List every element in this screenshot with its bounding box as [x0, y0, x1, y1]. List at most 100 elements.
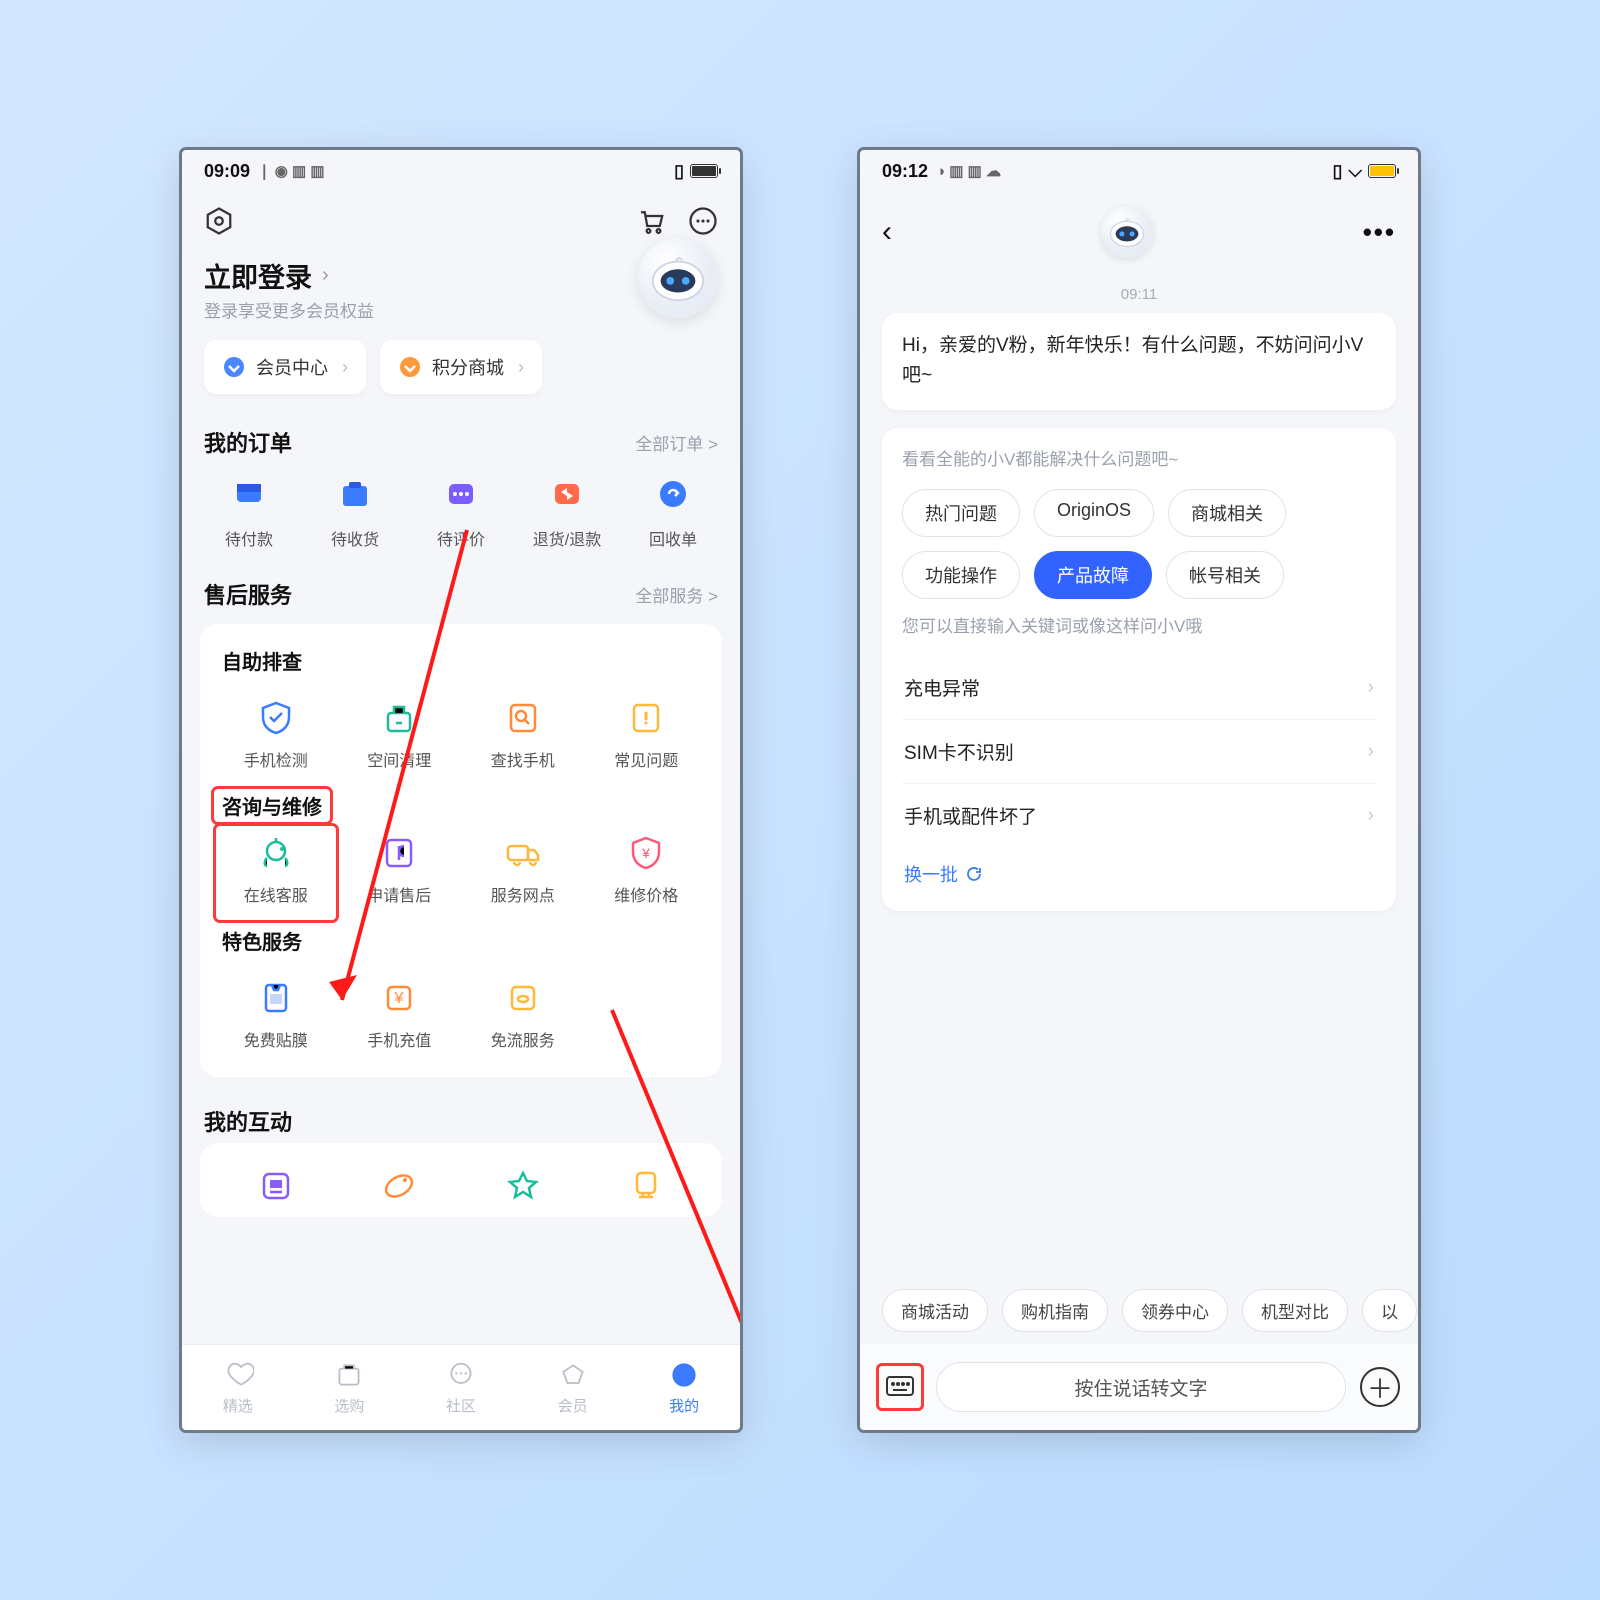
chat-body: Hi，亲爱的V粉，新年快乐！有什么问题，不妨问问小V吧~ 看看全能的小V都能解决…: [860, 313, 1418, 1430]
input-bar: 按住说话转文字 ＋: [860, 1344, 1418, 1430]
topic-tag[interactable]: 帐号相关: [1166, 551, 1284, 599]
services-header: 售后服务 全部服务 >: [182, 568, 740, 624]
cart-icon[interactable]: [636, 206, 666, 236]
nav-item[interactable]: 我的: [668, 1359, 700, 1416]
service-item[interactable]: ¥ 维修价格: [585, 824, 709, 922]
order-item[interactable]: 回收单: [628, 472, 718, 550]
topic-tags: 热门问题 OriginOS 商城相关功能操作产品故障帐号相关: [902, 489, 1376, 599]
topic-tag[interactable]: 商城相关: [1168, 489, 1286, 537]
topics-bubble: 看看全能的小V都能解决什么问题吧~ 热门问题 OriginOS 商城相关功能操作产品…: [882, 428, 1396, 911]
phone-right: 09:12 ◑ ▥ ▥ ☁ ▯ ⌵ ‹ ••• 09:11 Hi，亲爱的V粉，新…: [860, 150, 1418, 1430]
orders-more[interactable]: 全部订单 >: [635, 430, 718, 455]
battery-icon: [690, 164, 718, 178]
bottom-nav: 精选 选购 社区 会员 我的: [182, 1344, 740, 1430]
order-item[interactable]: 待收货: [310, 472, 400, 550]
service-item[interactable]: 申请售后: [338, 824, 462, 922]
orders-title: 我的订单: [204, 426, 292, 458]
robot-icon: [649, 253, 707, 303]
nav-item[interactable]: 选购: [333, 1359, 365, 1416]
questions-hint: 您可以直接输入关键词或像这样问小V哦: [902, 613, 1376, 640]
member-chip[interactable]: 会员中心›: [204, 340, 366, 394]
topic-tag[interactable]: 功能操作: [902, 551, 1020, 599]
service-group-title: 咨询与维修: [212, 787, 332, 824]
wifi-icon: ⌵: [1348, 161, 1362, 182]
service-item[interactable]: 服务网点: [461, 824, 585, 922]
service-item[interactable]: 免流服务: [461, 969, 585, 1067]
nav-item[interactable]: 社区: [445, 1359, 477, 1416]
suggest-pill[interactable]: 商城活动: [882, 1289, 988, 1332]
chat-avatar[interactable]: [1101, 206, 1153, 258]
keyboard-icon: [885, 1375, 915, 1399]
topic-tag[interactable]: 热门问题: [902, 489, 1020, 537]
topics-hint: 看看全能的小V都能解决什么问题吧~: [902, 446, 1376, 473]
order-item[interactable]: 退货/退款: [522, 472, 612, 550]
sim-icon: ▯: [1332, 161, 1342, 182]
sim-icon: ▯: [674, 161, 684, 182]
battery-icon: [1368, 164, 1396, 178]
status-time: 09:12: [882, 161, 928, 182]
back-icon[interactable]: ‹: [882, 215, 892, 249]
interact-item[interactable]: [461, 1157, 585, 1213]
statusbar: 09:09 ❘ ◉ ▥ ▥ ▯: [182, 150, 740, 192]
member-chips: 会员中心› 积分商城›: [182, 340, 740, 416]
suggestion-pills: 商城活动购机指南领券中心机型对比以: [860, 1279, 1418, 1344]
chevron-right-icon: ›: [322, 264, 329, 287]
phone-left: 09:09 ❘ ◉ ▥ ▥ ▯ 立即登录 › 登录享受更多会员权益 会员中心› …: [182, 150, 740, 1430]
status-indicators: ❘ ◉ ▥ ▥: [258, 162, 325, 180]
suggest-pill[interactable]: 购机指南: [1002, 1289, 1108, 1332]
services-card: 自助排查 手机检测 空间清理 查找手机 常见问题咨询与维修 在线客服 申请售后 …: [200, 624, 722, 1077]
services-title: 售后服务: [204, 578, 292, 610]
topic-tag[interactable]: 产品故障: [1034, 551, 1152, 599]
status-indicators: ◑ ▥ ▥ ☁: [936, 162, 1001, 180]
service-item[interactable]: 查找手机: [461, 689, 585, 787]
chat-topbar: ‹ •••: [860, 192, 1418, 272]
service-item[interactable]: 免费贴膜: [214, 969, 338, 1067]
question-row[interactable]: 手机或配件坏了›: [902, 783, 1376, 847]
service-item[interactable]: 空间清理: [338, 689, 462, 787]
refresh-icon: [966, 866, 982, 882]
status-time: 09:09: [204, 161, 250, 182]
svg-text:¥: ¥: [641, 845, 650, 861]
services-more[interactable]: 全部服务 >: [635, 582, 718, 607]
plus-button[interactable]: ＋: [1360, 1367, 1400, 1407]
chat-timestamp: 09:11: [860, 272, 1418, 313]
more-icon[interactable]: •••: [1363, 217, 1396, 248]
service-item[interactable]: 手机检测: [214, 689, 338, 787]
statusbar: 09:12 ◑ ▥ ▥ ☁ ▯ ⌵: [860, 150, 1418, 192]
service-item[interactable]: 在线客服: [214, 824, 338, 922]
robot-icon: [1108, 216, 1146, 248]
nav-item[interactable]: 精选: [222, 1359, 254, 1416]
interact-item[interactable]: [338, 1157, 462, 1213]
topbar: [182, 192, 740, 250]
orders-row: 待付款 待收货 待评价 退货/退款 回收单: [182, 472, 740, 568]
greeting-bubble: Hi，亲爱的V粉，新年快乐！有什么问题，不妨问问小V吧~: [882, 313, 1396, 410]
message-icon[interactable]: [688, 206, 718, 236]
interact-item[interactable]: [214, 1157, 338, 1213]
suggest-pill[interactable]: 以: [1362, 1289, 1417, 1332]
keyboard-button[interactable]: [878, 1365, 922, 1409]
suggest-pill[interactable]: 机型对比: [1242, 1289, 1348, 1332]
member-chip[interactable]: 积分商城›: [380, 340, 542, 394]
topic-tag[interactable]: OriginOS: [1034, 489, 1154, 537]
greeting-text: Hi，亲爱的V粉，新年快乐！有什么问题，不妨问问小V吧~: [902, 331, 1376, 392]
avatar[interactable]: [638, 238, 718, 318]
suggest-pill[interactable]: 领券中心: [1122, 1289, 1228, 1332]
service-group-title: 特色服务: [214, 922, 708, 969]
interact-title: 我的互动: [204, 1105, 292, 1137]
service-item[interactable]: 常见问题: [585, 689, 709, 787]
login-title: 立即登录: [204, 256, 312, 295]
order-item[interactable]: 待付款: [204, 472, 294, 550]
interact-card: [200, 1143, 722, 1217]
order-item[interactable]: 待评价: [416, 472, 506, 550]
service-item[interactable]: ¥ 手机充值: [338, 969, 462, 1067]
refresh-button[interactable]: 换一批: [902, 847, 984, 893]
nav-item[interactable]: 会员: [557, 1359, 589, 1416]
interact-header: 我的互动: [182, 1095, 740, 1143]
service-group-title: 自助排查: [214, 642, 708, 689]
voice-input[interactable]: 按住说话转文字: [936, 1362, 1346, 1412]
question-row[interactable]: SIM卡不识别›: [902, 719, 1376, 783]
settings-icon[interactable]: [204, 206, 234, 236]
question-row[interactable]: 充电异常›: [902, 656, 1376, 719]
interact-item[interactable]: [585, 1157, 709, 1213]
orders-header: 我的订单 全部订单 >: [182, 416, 740, 472]
